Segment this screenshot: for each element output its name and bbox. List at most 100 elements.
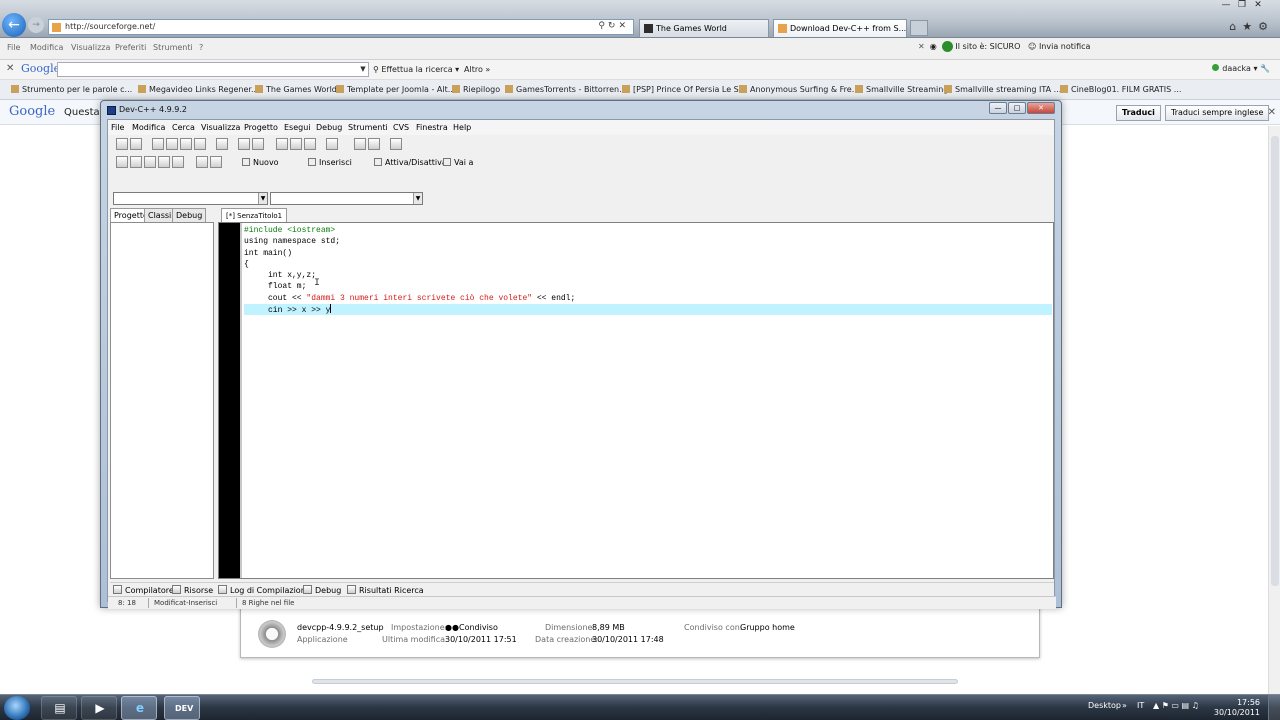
favorite-item[interactable]: CineBlog01. FILM GRATIS ... [1060, 85, 1181, 94]
forward-arrow-icon[interactable]: → [28, 17, 44, 33]
menu-file[interactable]: File [111, 123, 124, 132]
favorite-item[interactable]: [PSP] Prince Of Persia Le S... [622, 85, 746, 94]
google-user[interactable]: daacka ▾ 🔧 [1212, 64, 1270, 73]
open-icon[interactable] [166, 138, 178, 150]
close-icon[interactable]: ✕ [1027, 102, 1055, 114]
taskbar-internet-explorer[interactable]: e [121, 696, 157, 720]
menu-file[interactable]: File [7, 43, 20, 52]
tab-classes[interactable]: Classi [144, 208, 176, 222]
menu-view[interactable]: Visualizza [201, 123, 240, 132]
rebuild-icon[interactable] [158, 156, 170, 168]
chevron-down-icon[interactable]: ▼ [258, 193, 267, 204]
member-combo[interactable]: ▼ [270, 192, 423, 205]
clock[interactable]: 17:56 30/10/2011 [1214, 698, 1260, 718]
new-file-icon[interactable] [152, 138, 164, 150]
find-next-icon[interactable] [304, 138, 316, 150]
menu-favorites[interactable]: Preferiti [115, 43, 146, 52]
code-editor[interactable]: #include <iostream> using namespace std;… [218, 222, 1054, 579]
redo-icon[interactable] [252, 138, 264, 150]
class-browser-icon[interactable] [130, 138, 142, 150]
google-search-input[interactable]: ▼ [57, 62, 369, 77]
replace-icon[interactable] [290, 138, 302, 150]
scroll-thumb[interactable] [1271, 136, 1279, 586]
undo-icon[interactable] [238, 138, 250, 150]
page-scrollbar[interactable] [1268, 126, 1280, 694]
taskbar-explorer[interactable]: ▤ [41, 696, 77, 720]
home-favorites-tools-icons[interactable]: ⌂★⚙ [1229, 20, 1274, 33]
find-icon[interactable] [276, 138, 288, 150]
tab-resources[interactable]: Risorse [172, 585, 213, 595]
menu-window[interactable]: Finestra [416, 123, 448, 132]
tab-debug[interactable]: Debug [172, 208, 207, 222]
debug-check-icon[interactable] [172, 156, 184, 168]
google-search-button[interactable]: ⚲ Effettua la ricerca ▾ [373, 65, 459, 74]
tab-compile-log[interactable]: Log di Compilazione [218, 585, 311, 595]
taskbar-devcpp[interactable]: DEV [164, 696, 200, 720]
save-all-icon[interactable] [194, 138, 206, 150]
favorite-item[interactable]: The Games World [255, 85, 337, 94]
tab-download-devcpp[interactable]: Download Dev-C++ from S... [773, 19, 907, 37]
restore-icon[interactable]: ❐ [1234, 0, 1250, 10]
menu-cvs[interactable]: CVS [393, 123, 409, 132]
favorite-item[interactable]: GamesTorrents - Bittorren... [505, 85, 627, 94]
menu-project[interactable]: Progetto [244, 123, 278, 132]
favorite-item[interactable]: Riepilogo [452, 85, 500, 94]
project-browser[interactable] [110, 222, 214, 579]
save-icon[interactable] [180, 138, 192, 150]
favorite-item[interactable]: Smallville streaming ITA ... [944, 85, 1061, 94]
menu-debug[interactable]: Debug [316, 123, 342, 132]
horizontal-scrollbar[interactable] [312, 679, 958, 684]
goto-line-icon[interactable] [326, 138, 338, 150]
favorite-item[interactable]: Template per Joomla - Alt... [336, 85, 455, 94]
security-status[interactable]: ✕ ◉ Il sito è: SICURO ☺ Invia notifica [918, 41, 1090, 52]
report-label[interactable]: Invia notifica [1039, 42, 1091, 51]
print-icon[interactable] [216, 138, 228, 150]
run-icon[interactable] [130, 156, 142, 168]
toolbar-expand-icon[interactable]: » [1122, 701, 1127, 710]
favorite-item[interactable]: Strumento per le parole c... [11, 85, 132, 94]
new-button[interactable]: Nuovo [242, 158, 279, 167]
more-button[interactable]: Altro » [464, 65, 490, 74]
toggle-comment-icon[interactable] [390, 138, 402, 150]
insert-button[interactable]: Inserisci [308, 158, 352, 167]
language-indicator[interactable]: IT [1137, 701, 1144, 710]
always-translate-button[interactable]: Traduci sempre inglese [1165, 105, 1270, 121]
menu-help[interactable]: Help [453, 123, 471, 132]
menu-edit[interactable]: Modifica [30, 43, 63, 52]
favorite-item[interactable]: Smallville Streaming [855, 85, 948, 94]
about-icon[interactable] [210, 156, 222, 168]
help-icon[interactable] [196, 156, 208, 168]
address-bar[interactable]: http://sourceforge.net/ ⚲↻✕ [48, 19, 634, 35]
editor-tab-untitled[interactable]: [*] SenzaTitolo1 [221, 208, 288, 222]
chevron-down-icon[interactable]: ▼ [358, 63, 368, 76]
favorite-item[interactable]: Anonymous Surfing & Fre... [739, 85, 859, 94]
maximize-icon[interactable]: □ [1008, 102, 1026, 114]
menu-run[interactable]: Esegui [284, 123, 311, 132]
menu-search[interactable]: Cerca [172, 123, 195, 132]
tab-compiler[interactable]: Compilatore [113, 585, 174, 595]
compile-icon[interactable] [116, 156, 128, 168]
close-translate-icon[interactable]: ✕ [1268, 107, 1276, 118]
menu-edit[interactable]: Modifica [132, 123, 165, 132]
start-button[interactable] [4, 696, 30, 720]
unindent-icon[interactable] [354, 138, 366, 150]
tray-icons[interactable]: ▲ ⚑ ▭ ▤ ♫ [1153, 701, 1199, 710]
taskbar-media-player[interactable]: ▶ [81, 696, 117, 720]
menu-tools[interactable]: Strumenti [348, 123, 388, 132]
show-desktop-button[interactable] [1268, 695, 1280, 720]
back-arrow-icon[interactable]: ← [2, 13, 26, 37]
close-toolbar-icon[interactable]: ✕ [6, 63, 14, 74]
address-controls-icon[interactable]: ⚲↻✕ [598, 21, 629, 31]
class-combo[interactable]: ▼ [113, 192, 268, 205]
menu-tools[interactable]: Strumenti [153, 43, 193, 52]
toggle-button[interactable]: Attiva/Disattiva [374, 158, 447, 167]
tab-debug-output[interactable]: Debug [303, 585, 341, 595]
menu-help[interactable]: ? [199, 43, 203, 52]
desktop-toolbar[interactable]: Desktop [1088, 701, 1121, 710]
tab-search-results[interactable]: Risultati Ricerca [347, 585, 424, 595]
minimize-icon[interactable]: — [989, 102, 1007, 114]
chevron-down-icon[interactable]: ▼ [413, 193, 422, 204]
code-area[interactable]: #include <iostream> using namespace std;… [244, 225, 1052, 316]
new-tab-button[interactable] [910, 20, 928, 36]
tab-games-world[interactable]: The Games World [639, 19, 769, 37]
